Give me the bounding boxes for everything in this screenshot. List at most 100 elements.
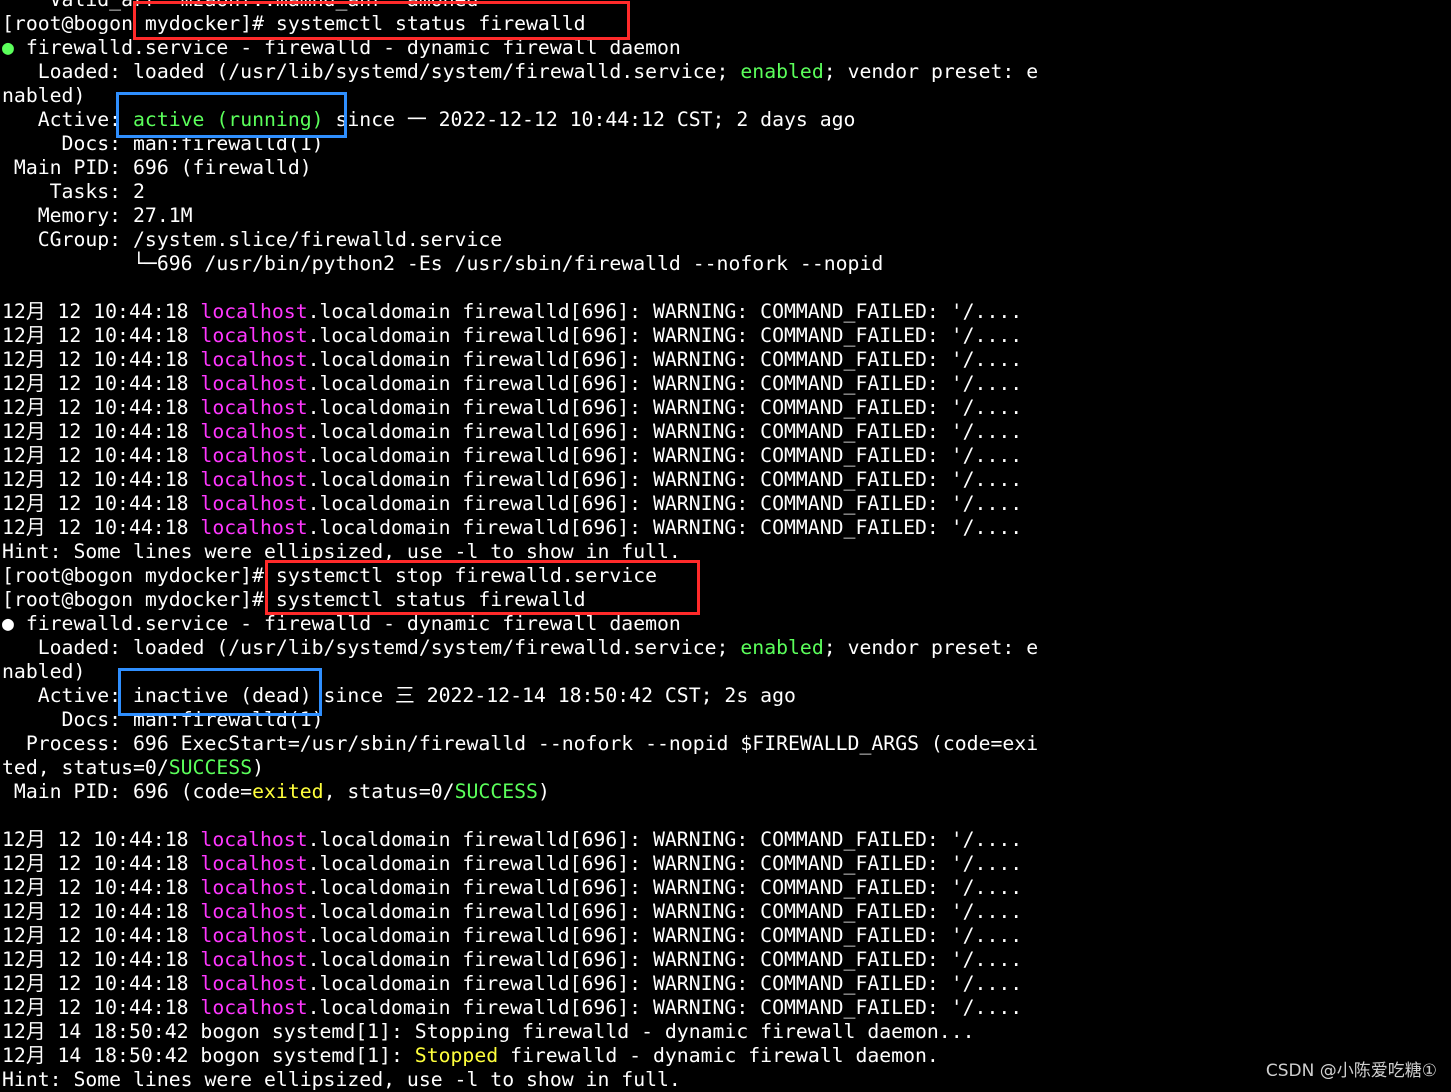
terminal-text: .localdomain firewalld[696]: WARNING: CO… bbox=[307, 324, 1023, 347]
terminal-text: ) bbox=[252, 756, 265, 779]
terminal-line: 12月 12 10:44:18 localhost.localdomain fi… bbox=[2, 324, 1451, 348]
terminal-text: 12月 12 10:44:18 bbox=[2, 516, 201, 539]
terminal-text: .localdomain firewalld[696]: WARNING: CO… bbox=[307, 492, 1023, 515]
terminal-text: Active: inactive (dead) since 三 2022-12-… bbox=[2, 684, 796, 707]
terminal-text: 12月 12 10:44:18 bbox=[2, 348, 201, 371]
terminal-line: Memory: 27.1M bbox=[2, 204, 1451, 228]
terminal-text: .localdomain firewalld[696]: WARNING: CO… bbox=[307, 828, 1023, 851]
terminal-text: localhost bbox=[200, 396, 308, 419]
terminal-text: .localdomain firewalld[696]: WARNING: CO… bbox=[307, 468, 1023, 491]
terminal-text: localhost bbox=[200, 876, 308, 899]
terminal-line: 12月 12 10:44:18 localhost.localdomain fi… bbox=[2, 372, 1451, 396]
terminal-text: localhost bbox=[200, 300, 308, 323]
terminal-text: firewalld.service - firewalld - dynamic … bbox=[13, 36, 681, 59]
terminal-text: 12月 12 10:44:18 bbox=[2, 324, 201, 347]
terminal-text: exited bbox=[252, 780, 324, 803]
terminal-text: └─696 /usr/bin/python2 -Es /usr/sbin/fir… bbox=[2, 252, 884, 275]
terminal-line: 12月 12 10:44:18 localhost.localdomain fi… bbox=[2, 852, 1451, 876]
terminal-text: Loaded: loaded (/usr/lib/systemd/system/… bbox=[2, 60, 741, 83]
terminal-text: 12月 12 10:44:18 bbox=[2, 876, 201, 899]
terminal-line: Docs: man:firewalld(1) bbox=[2, 132, 1451, 156]
terminal-line: 12月 12 10:44:18 localhost.localdomain fi… bbox=[2, 876, 1451, 900]
terminal-text: localhost bbox=[200, 996, 308, 1019]
status-dot-icon: ● bbox=[2, 36, 14, 59]
terminal-text: Tasks: 2 bbox=[2, 180, 145, 203]
terminal-text: ● firewalld.service - firewalld - dynami… bbox=[2, 612, 681, 635]
terminal-line: └─696 /usr/bin/python2 -Es /usr/sbin/fir… bbox=[2, 252, 1451, 276]
terminal-line: Docs: man:firewalld(1) bbox=[2, 708, 1451, 732]
terminal-text: .localdomain firewalld[696]: WARNING: CO… bbox=[307, 348, 1023, 371]
terminal-line: Active: inactive (dead) since 三 2022-12-… bbox=[2, 684, 1451, 708]
terminal-text: Valid_arr mzaonf..mamnd_anr amoned bbox=[2, 0, 479, 11]
terminal-text: localhost bbox=[200, 828, 308, 851]
terminal-line: 12月 12 10:44:18 localhost.localdomain fi… bbox=[2, 444, 1451, 468]
terminal-line: Hint: Some lines were ellipsized, use -l… bbox=[2, 540, 1451, 564]
terminal-text: enabled bbox=[740, 636, 824, 659]
terminal-text: .localdomain firewalld[696]: WARNING: CO… bbox=[307, 924, 1023, 947]
terminal-text: 12月 12 10:44:18 bbox=[2, 492, 201, 515]
terminal-line: 12月 12 10:44:18 localhost.localdomain fi… bbox=[2, 900, 1451, 924]
terminal-text: localhost bbox=[200, 348, 308, 371]
terminal-text: .localdomain firewalld[696]: WARNING: CO… bbox=[307, 996, 1023, 1019]
terminal-line: [root@bogon mydocker]# systemctl status … bbox=[2, 12, 1451, 36]
terminal-text: Loaded: loaded (/usr/lib/systemd/system/… bbox=[2, 636, 741, 659]
terminal-text: .localdomain firewalld[696]: WARNING: CO… bbox=[307, 972, 1023, 995]
terminal-text: localhost bbox=[200, 372, 308, 395]
terminal-text: localhost bbox=[200, 492, 308, 515]
terminal-line: 12月 12 10:44:18 localhost.localdomain fi… bbox=[2, 996, 1451, 1020]
terminal-text: ) bbox=[537, 780, 550, 803]
terminal-text: enabled bbox=[740, 60, 824, 83]
terminal-line: 12月 12 10:44:18 localhost.localdomain fi… bbox=[2, 948, 1451, 972]
terminal-line: 12月 12 10:44:18 localhost.localdomain fi… bbox=[2, 828, 1451, 852]
terminal-text: Docs: man:firewalld(1) bbox=[2, 708, 324, 731]
terminal-line: Hint: Some lines were ellipsized, use -l… bbox=[2, 1068, 1451, 1092]
terminal-line: 12月 12 10:44:18 localhost.localdomain fi… bbox=[2, 396, 1451, 420]
terminal-line: Process: 696 ExecStart=/usr/sbin/firewal… bbox=[2, 732, 1451, 756]
terminal-text: , status=0/ bbox=[323, 780, 455, 803]
terminal-text: active (running) bbox=[133, 108, 324, 131]
terminal-text: 12月 12 10:44:18 bbox=[2, 396, 201, 419]
terminal-line: [root@bogon mydocker]# systemctl stop fi… bbox=[2, 564, 1451, 588]
terminal-text: Process: 696 ExecStart=/usr/sbin/firewal… bbox=[2, 732, 1039, 755]
terminal-text: 12月 12 10:44:18 bbox=[2, 948, 201, 971]
terminal-text: .localdomain firewalld[696]: WARNING: CO… bbox=[307, 420, 1023, 443]
terminal-line: ted, status=0/SUCCESS) bbox=[2, 756, 1451, 780]
terminal-text: .localdomain firewalld[696]: WARNING: CO… bbox=[307, 300, 1023, 323]
terminal-output[interactable]: Valid_arr mzaonf..mamnd_anr amoned[root@… bbox=[2, 0, 1451, 1092]
terminal-line: 12月 12 10:44:18 localhost.localdomain fi… bbox=[2, 300, 1451, 324]
terminal-text: firewalld - dynamic firewall daemon. bbox=[498, 1044, 939, 1067]
terminal-text: 12月 14 18:50:42 bogon systemd[1]: Stoppi… bbox=[2, 1020, 975, 1043]
terminal-line: ● firewalld.service - firewalld - dynami… bbox=[2, 612, 1451, 636]
terminal-text: Stopped bbox=[414, 1044, 499, 1067]
terminal-text: Active: bbox=[2, 108, 134, 131]
terminal-text: 12月 12 10:44:18 bbox=[2, 372, 201, 395]
terminal-line: Loaded: loaded (/usr/lib/systemd/system/… bbox=[2, 636, 1451, 660]
terminal-text: 12月 12 10:44:18 bbox=[2, 420, 201, 443]
terminal-line: Loaded: loaded (/usr/lib/systemd/system/… bbox=[2, 60, 1451, 84]
terminal-text: .localdomain firewalld[696]: WARNING: CO… bbox=[307, 948, 1023, 971]
terminal-text: [root@bogon mydocker]# systemctl stop fi… bbox=[2, 564, 658, 587]
terminal-line: Active: active (running) since 一 2022-12… bbox=[2, 108, 1451, 132]
terminal-text: localhost bbox=[200, 924, 308, 947]
terminal-text: Main PID: 696 (code= bbox=[2, 780, 253, 803]
terminal-text: .localdomain firewalld[696]: WARNING: CO… bbox=[307, 396, 1023, 419]
terminal-text: .localdomain firewalld[696]: WARNING: CO… bbox=[307, 516, 1023, 539]
terminal-line: CGroup: /system.slice/firewalld.service bbox=[2, 228, 1451, 252]
terminal-text: 12月 12 10:44:18 bbox=[2, 900, 201, 923]
terminal-text: localhost bbox=[200, 900, 308, 923]
terminal-line: Valid_arr mzaonf..mamnd_anr amoned bbox=[2, 0, 1451, 12]
terminal-text: ; vendor preset: e bbox=[823, 60, 1039, 83]
terminal-text: localhost bbox=[200, 948, 308, 971]
terminal-line: nabled) bbox=[2, 660, 1451, 684]
terminal-text: 12月 12 10:44:18 bbox=[2, 972, 201, 995]
terminal-text: 12月 12 10:44:18 bbox=[2, 300, 201, 323]
terminal-text: .localdomain firewalld[696]: WARNING: CO… bbox=[307, 444, 1023, 467]
terminal-line: 12月 12 10:44:18 localhost.localdomain fi… bbox=[2, 420, 1451, 444]
terminal-text: CGroup: /system.slice/firewalld.service bbox=[2, 228, 503, 251]
terminal-text: SUCCESS bbox=[168, 756, 253, 779]
terminal-text: nabled) bbox=[2, 660, 86, 683]
terminal-text: 12月 12 10:44:18 bbox=[2, 996, 201, 1019]
terminal-text: .localdomain firewalld[696]: WARNING: CO… bbox=[307, 852, 1023, 875]
